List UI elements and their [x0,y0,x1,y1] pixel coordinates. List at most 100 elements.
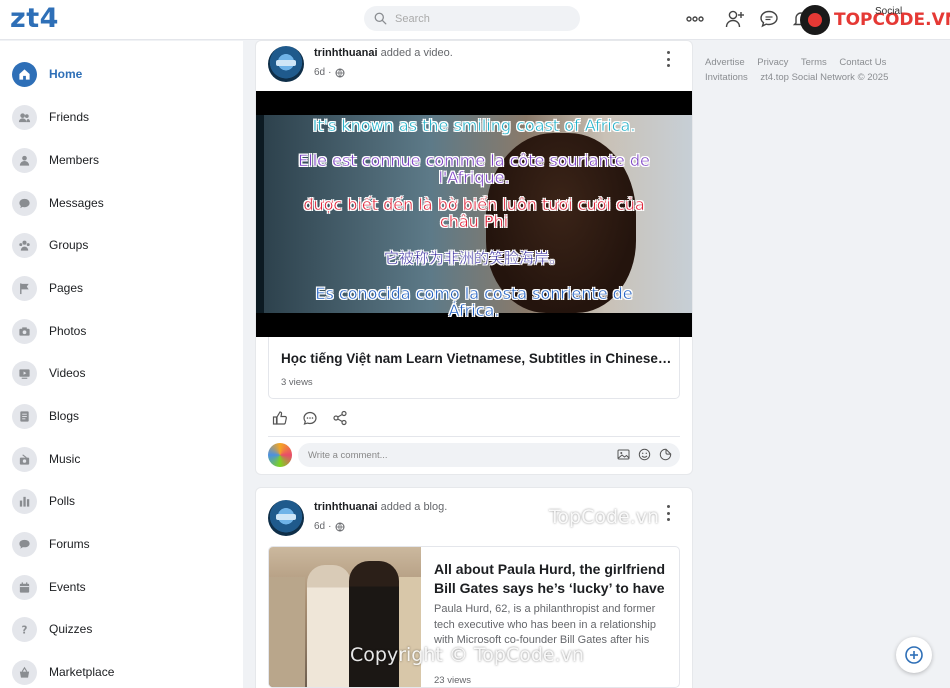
footer-link-advertise[interactable]: Advertise [705,57,745,68]
thumbnail-person [307,565,351,687]
more-dots-icon[interactable] [684,8,706,30]
sidebar-item-polls[interactable]: Polls [12,486,232,516]
groups-icon [12,232,37,258]
post-options-icon[interactable] [664,51,672,67]
search-input[interactable] [395,12,565,25]
calendar-icon [12,574,37,600]
video-title[interactable]: Học tiếng Việt nam Learn Vietnamese, Sub… [281,351,673,366]
sidebar-item-label: Events [49,580,86,594]
footer-link-invitations[interactable]: Invitations [705,72,748,83]
footer-link-terms[interactable]: Terms [801,57,827,68]
avatar[interactable] [268,500,304,536]
sidebar-item-label: Friends [49,110,90,124]
comment-icon[interactable] [302,410,318,426]
blog-title[interactable]: All about Paula Hurd, the girlfriend Bil… [434,560,670,598]
sidebar-item-forums[interactable]: Forums [12,529,232,559]
caption-french: Elle est connue comme la côte souriante … [298,151,650,187]
watermark-overlay: TopCode.vn [549,506,660,528]
sidebar-item-label: Marketplace [49,665,115,679]
sidebar-item-label: Polls [49,494,76,508]
thumbnail-background [269,577,305,687]
flag-icon [12,275,37,301]
sidebar-item-label: Music [49,452,81,466]
top-header: zt4 TOPCODE.VN Social [0,0,950,40]
plus-circle-icon [905,646,923,664]
comment-input[interactable] [308,449,608,461]
sidebar-item-events[interactable]: Events [12,572,232,602]
sidebar-item-label: Members [49,153,100,167]
svg-text:?: ? [22,625,28,635]
post-author[interactable]: trinhthuanai [314,501,378,513]
topcode-watermark: TOPCODE.VN Social [800,4,950,36]
add-friend-icon[interactable] [724,8,746,30]
sidebar-item-quizzes[interactable]: ? Quizzes [12,614,232,644]
blog-icon [12,403,37,429]
sidebar-item-blogs[interactable]: Blogs [12,401,232,431]
comment-tools [617,448,672,461]
post-author-line: trinhthuanai added a video. [314,47,453,59]
post-author-line: trinhthuanai added a blog. [314,501,447,513]
blog-views: 23 views [434,675,471,686]
video-player[interactable]: It's known as the smiling coast of Afric… [256,91,692,337]
caption-english: It's known as the smiling coast of Afric… [312,116,636,135]
post-time[interactable]: 6d [314,67,325,78]
sidebar-item-label: Forums [49,537,90,551]
sidebar-item-pages[interactable]: Pages [12,273,232,303]
sidebar-item-label: Home [49,67,83,81]
emoji-icon[interactable] [638,448,651,461]
avatar[interactable] [268,443,292,467]
blog-excerpt: Paula Hurd, 62, is a philanthropist and … [434,603,656,646]
post-actions [272,410,348,426]
home-icon [12,61,37,87]
sidebar-item-groups[interactable]: Groups [12,230,232,260]
watermark-sub: Social [875,6,903,17]
like-icon[interactable] [272,410,288,426]
sidebar-item-label: Photos [49,324,87,338]
sidebar-item-members[interactable]: Members [12,145,232,175]
sidebar-item-friends[interactable]: Friends [12,102,232,132]
post-author[interactable]: trinhthuanai [314,47,378,59]
search-box[interactable] [364,6,580,31]
post-divider [268,436,680,437]
forum-icon [12,531,37,557]
sidebar-item-photos[interactable]: Photos [12,316,232,346]
sidebar-item-music[interactable]: Music [12,444,232,474]
share-icon[interactable] [332,410,348,426]
video-icon [12,360,37,386]
site-logo[interactable]: zt4 [10,3,59,34]
footer-link-privacy[interactable]: Privacy [757,57,788,68]
camera-icon [12,318,37,344]
avatar[interactable] [268,46,304,82]
footer-links: Advertise Privacy Terms Contact Us Invit… [705,55,945,85]
post-action: added a blog. [380,501,448,513]
post-options-icon[interactable] [664,505,672,521]
basket-icon [12,659,37,685]
footer-link-contact[interactable]: Contact Us [839,57,886,68]
sidebar-item-label: Quizzes [49,622,93,636]
chat-icon[interactable] [758,8,780,30]
image-icon[interactable] [617,448,630,461]
blog-card[interactable]: All about Paula Hurd, the girlfriend Bil… [268,546,680,688]
post-meta: 6d · [314,521,345,532]
question-icon: ? [12,616,37,642]
caption-chinese: 它被称为非洲的笑脸海岸。 [383,249,564,267]
sidebar-item-label: Messages [49,196,104,210]
sidebar-item-marketplace[interactable]: Marketplace [12,657,232,687]
sidebar-item-videos[interactable]: Videos [12,358,232,388]
caption-vietnamese: được biết đến là bờ biển luôn tươi cười … [303,195,645,231]
comment-box[interactable] [298,443,680,467]
search-icon [374,12,387,25]
watermark-overlay: Copyright © TopCode.vn [350,644,584,666]
create-post-button[interactable] [896,637,932,673]
thumbnail-person [349,561,399,687]
video-link-card[interactable]: Học tiếng Việt nam Learn Vietnamese, Sub… [268,337,680,399]
sidebar-item-home[interactable]: Home [12,59,232,89]
blog-thumbnail[interactable] [269,547,421,687]
post-time[interactable]: 6d [314,521,325,532]
poll-icon [12,488,37,514]
post-action: added a video. [380,47,453,59]
sticker-icon[interactable] [659,448,672,461]
video-views: 3 views [281,377,313,388]
sidebar-item-messages[interactable]: Messages [12,188,232,218]
sidebar-item-label: Groups [49,238,89,252]
